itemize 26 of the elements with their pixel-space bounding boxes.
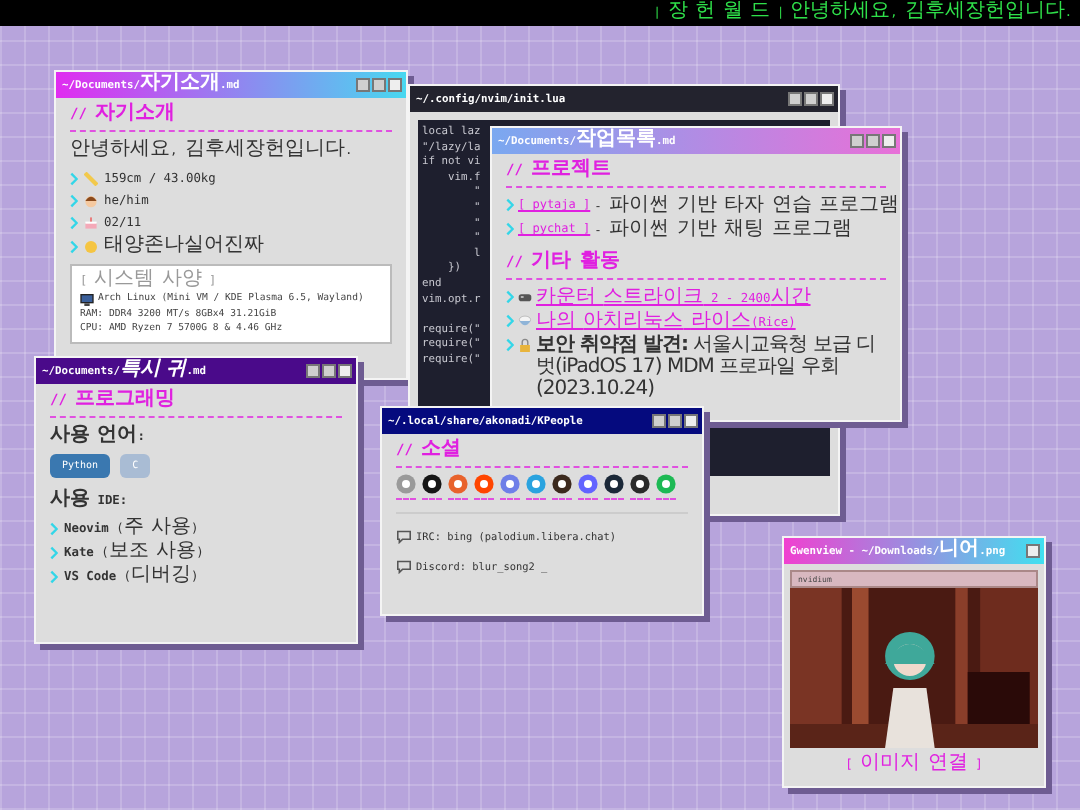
close-button[interactable] xyxy=(882,134,896,148)
close-button[interactable] xyxy=(1026,544,1040,558)
minimize-button[interactable] xyxy=(306,364,320,378)
minimize-button[interactable] xyxy=(850,134,864,148)
maximize-button[interactable] xyxy=(668,414,682,428)
close-button[interactable] xyxy=(684,414,698,428)
maximize-button[interactable] xyxy=(372,78,386,92)
bowl-icon xyxy=(518,314,532,328)
head-icon xyxy=(84,194,98,208)
lock-icon xyxy=(518,338,532,352)
minimize-button[interactable] xyxy=(356,78,370,92)
close-button[interactable] xyxy=(338,364,352,378)
fact-text: 태양존나실어진짜 xyxy=(104,234,264,258)
ruler-icon xyxy=(84,172,98,186)
maximize-button[interactable] xyxy=(322,364,336,378)
minimize-button[interactable] xyxy=(652,414,666,428)
close-button[interactable] xyxy=(820,92,834,106)
maximize-button[interactable] xyxy=(866,134,880,148)
close-button[interactable] xyxy=(388,78,402,92)
monitor-icon xyxy=(80,293,94,306)
minimize-button[interactable] xyxy=(788,92,802,106)
sun-icon xyxy=(84,239,98,253)
maximize-button[interactable] xyxy=(804,92,818,106)
gamepad-icon xyxy=(518,290,532,304)
activity-note: 보안 취약점 발견: 서울시교육청 보급 디벗(iPadOS 17) MDM 프로파일 우회 (2023.10.24) xyxy=(536,334,878,400)
cake-icon xyxy=(84,216,98,230)
